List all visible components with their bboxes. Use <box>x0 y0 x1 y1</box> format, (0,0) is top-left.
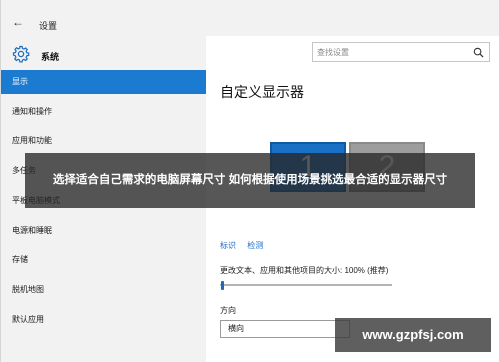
scale-slider[interactable] <box>220 281 392 290</box>
titlebar: ← 设置 <box>1 0 499 36</box>
watermark-text: www.gzpfsj.com <box>362 327 464 342</box>
sidebar-header-label: 系统 <box>41 52 60 62</box>
sidebar-item-power-sleep[interactable]: 电源和睡眠 <box>1 219 206 243</box>
sidebar-item-offline-maps[interactable]: 脱机地图 <box>1 278 206 302</box>
sidebar-header: 系统 <box>1 40 206 66</box>
window-title: 设置 <box>39 21 58 31</box>
page-title: 自定义显示器 <box>220 84 304 100</box>
slider-track[interactable] <box>220 284 392 286</box>
sidebar-item-storage[interactable]: 存储 <box>1 248 206 272</box>
search-box[interactable] <box>312 42 490 62</box>
scale-label: 更改文本、应用和其他项目的大小: 100% (推荐) <box>220 266 389 275</box>
banner-text: 选择适合自己需求的电脑屏幕尺寸 如何根据使用场景挑选最合适的显示器尺寸 <box>52 174 448 186</box>
orientation-label: 方向 <box>220 306 236 315</box>
sidebar-item-default-apps[interactable]: 默认应用 <box>1 308 206 332</box>
detect-link[interactable]: 检测 <box>247 241 263 250</box>
identify-link[interactable]: 标识 <box>220 241 236 250</box>
monitor-links: 标识 检测 <box>220 240 272 251</box>
gear-icon <box>12 45 30 63</box>
sidebar-item-notifications[interactable]: 通知和操作 <box>1 100 206 124</box>
search-icon[interactable] <box>473 47 484 58</box>
orientation-dropdown[interactable]: 横向 <box>220 320 350 338</box>
sidebar-item-display[interactable]: 显示 <box>1 70 206 94</box>
search-input[interactable] <box>317 46 467 58</box>
sidebar-item-apps[interactable]: 应用和功能 <box>1 129 206 153</box>
overlay-banner: 选择适合自己需求的电脑屏幕尺寸 如何根据使用场景挑选最合适的显示器尺寸 <box>25 153 475 208</box>
back-arrow-icon[interactable]: ← <box>12 16 24 28</box>
watermark: www.gzpfsj.com <box>335 318 491 352</box>
slider-thumb[interactable] <box>221 281 224 290</box>
